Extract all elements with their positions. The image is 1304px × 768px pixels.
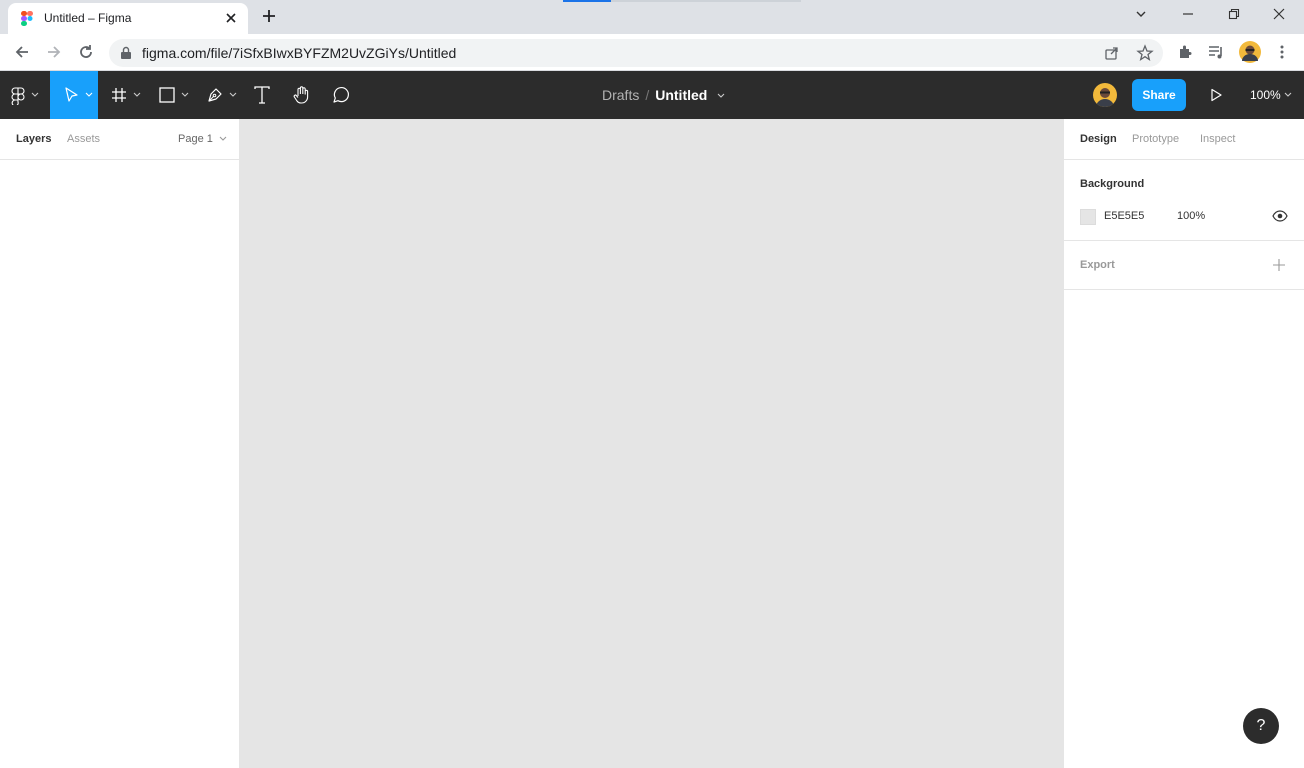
tab-search-chevron-icon[interactable] [1134, 7, 1148, 21]
export-section: Export [1064, 241, 1304, 290]
address-bar[interactable]: figma.com/file/7iSfxBIwxBYFZM2UvZGiYs/Un… [109, 39, 1163, 67]
browser-menu-icon[interactable] [1273, 43, 1291, 61]
left-panel-header: Layers Assets Page 1 [0, 119, 240, 160]
browser-tab[interactable]: Untitled – Figma [8, 3, 248, 34]
profile-avatar-icon[interactable] [1239, 41, 1261, 63]
chevron-down-icon [219, 136, 227, 142]
extensions-icon[interactable] [1176, 43, 1194, 61]
file-name[interactable]: Untitled [655, 87, 707, 103]
zoom-level[interactable]: 100% [1250, 88, 1281, 102]
breadcrumb: Drafts / Untitled [602, 87, 725, 103]
eye-icon[interactable] [1272, 210, 1288, 222]
tab-inspect[interactable]: Inspect [1200, 133, 1235, 145]
hand-tool[interactable] [286, 71, 318, 119]
url-text: figma.com/file/7iSfxBIwxBYFZM2UvZGiYs/Un… [142, 45, 457, 61]
tab-assets[interactable]: Assets [67, 133, 100, 145]
figma-favicon-icon [21, 11, 33, 27]
background-section: Background E5E5E5 100% [1064, 160, 1304, 241]
back-icon[interactable] [13, 43, 31, 61]
media-control-icon[interactable] [1207, 43, 1225, 61]
reload-icon[interactable] [77, 43, 95, 61]
frame-tool[interactable] [98, 71, 146, 119]
layers-panel: Layers Assets Page 1 [0, 119, 240, 768]
share-page-icon[interactable] [1104, 45, 1120, 61]
comment-tool[interactable] [325, 71, 357, 119]
close-window-icon[interactable] [1272, 7, 1286, 21]
help-button[interactable]: ? [1243, 708, 1279, 744]
present-play-icon[interactable] [1209, 88, 1223, 102]
forward-icon[interactable] [45, 43, 63, 61]
tab-prototype[interactable]: Prototype [1132, 133, 1179, 145]
breadcrumb-drafts[interactable]: Drafts [602, 87, 639, 103]
main-menu-button[interactable] [0, 71, 50, 119]
tab-design[interactable]: Design [1080, 133, 1117, 145]
new-tab-icon[interactable] [260, 7, 278, 25]
loading-progress [563, 0, 611, 2]
figma-toolbar: Drafts / Untitled Share 100% [0, 71, 1304, 119]
design-canvas[interactable] [240, 119, 1063, 768]
browser-tab-strip: Untitled – Figma [0, 0, 1304, 34]
page-selector[interactable]: Page 1 [178, 133, 227, 145]
background-title: Background [1080, 178, 1145, 190]
lock-icon [120, 46, 132, 60]
chevron-down-icon[interactable] [717, 93, 725, 99]
breadcrumb-separator: / [645, 87, 650, 103]
plus-icon[interactable] [1272, 258, 1286, 272]
shape-tool[interactable] [146, 71, 194, 119]
tab-layers[interactable]: Layers [16, 133, 51, 145]
tab-title: Untitled – Figma [44, 11, 132, 25]
move-tool[interactable] [50, 71, 98, 119]
chevron-down-icon[interactable] [1284, 92, 1292, 98]
background-opacity-input[interactable]: 100% [1177, 210, 1205, 222]
minimize-icon[interactable] [1181, 7, 1195, 21]
browser-toolbar: figma.com/file/7iSfxBIwxBYFZM2UvZGiYs/Un… [0, 34, 1304, 71]
right-panel-header: Design Prototype Inspect [1064, 119, 1304, 160]
properties-panel: Design Prototype Inspect Background E5E5… [1063, 119, 1304, 768]
background-color-swatch[interactable] [1080, 209, 1096, 225]
restore-icon[interactable] [1227, 7, 1241, 21]
share-button[interactable]: Share [1132, 79, 1186, 111]
user-avatar[interactable] [1093, 83, 1117, 107]
tab-close-icon[interactable] [224, 11, 238, 25]
text-tool[interactable] [246, 71, 278, 119]
pen-tool[interactable] [194, 71, 242, 119]
page-name: Page 1 [178, 133, 213, 145]
background-hex-input[interactable]: E5E5E5 [1104, 210, 1144, 222]
bookmark-star-icon[interactable] [1136, 44, 1154, 62]
export-title: Export [1080, 259, 1115, 271]
loading-track [611, 0, 801, 2]
